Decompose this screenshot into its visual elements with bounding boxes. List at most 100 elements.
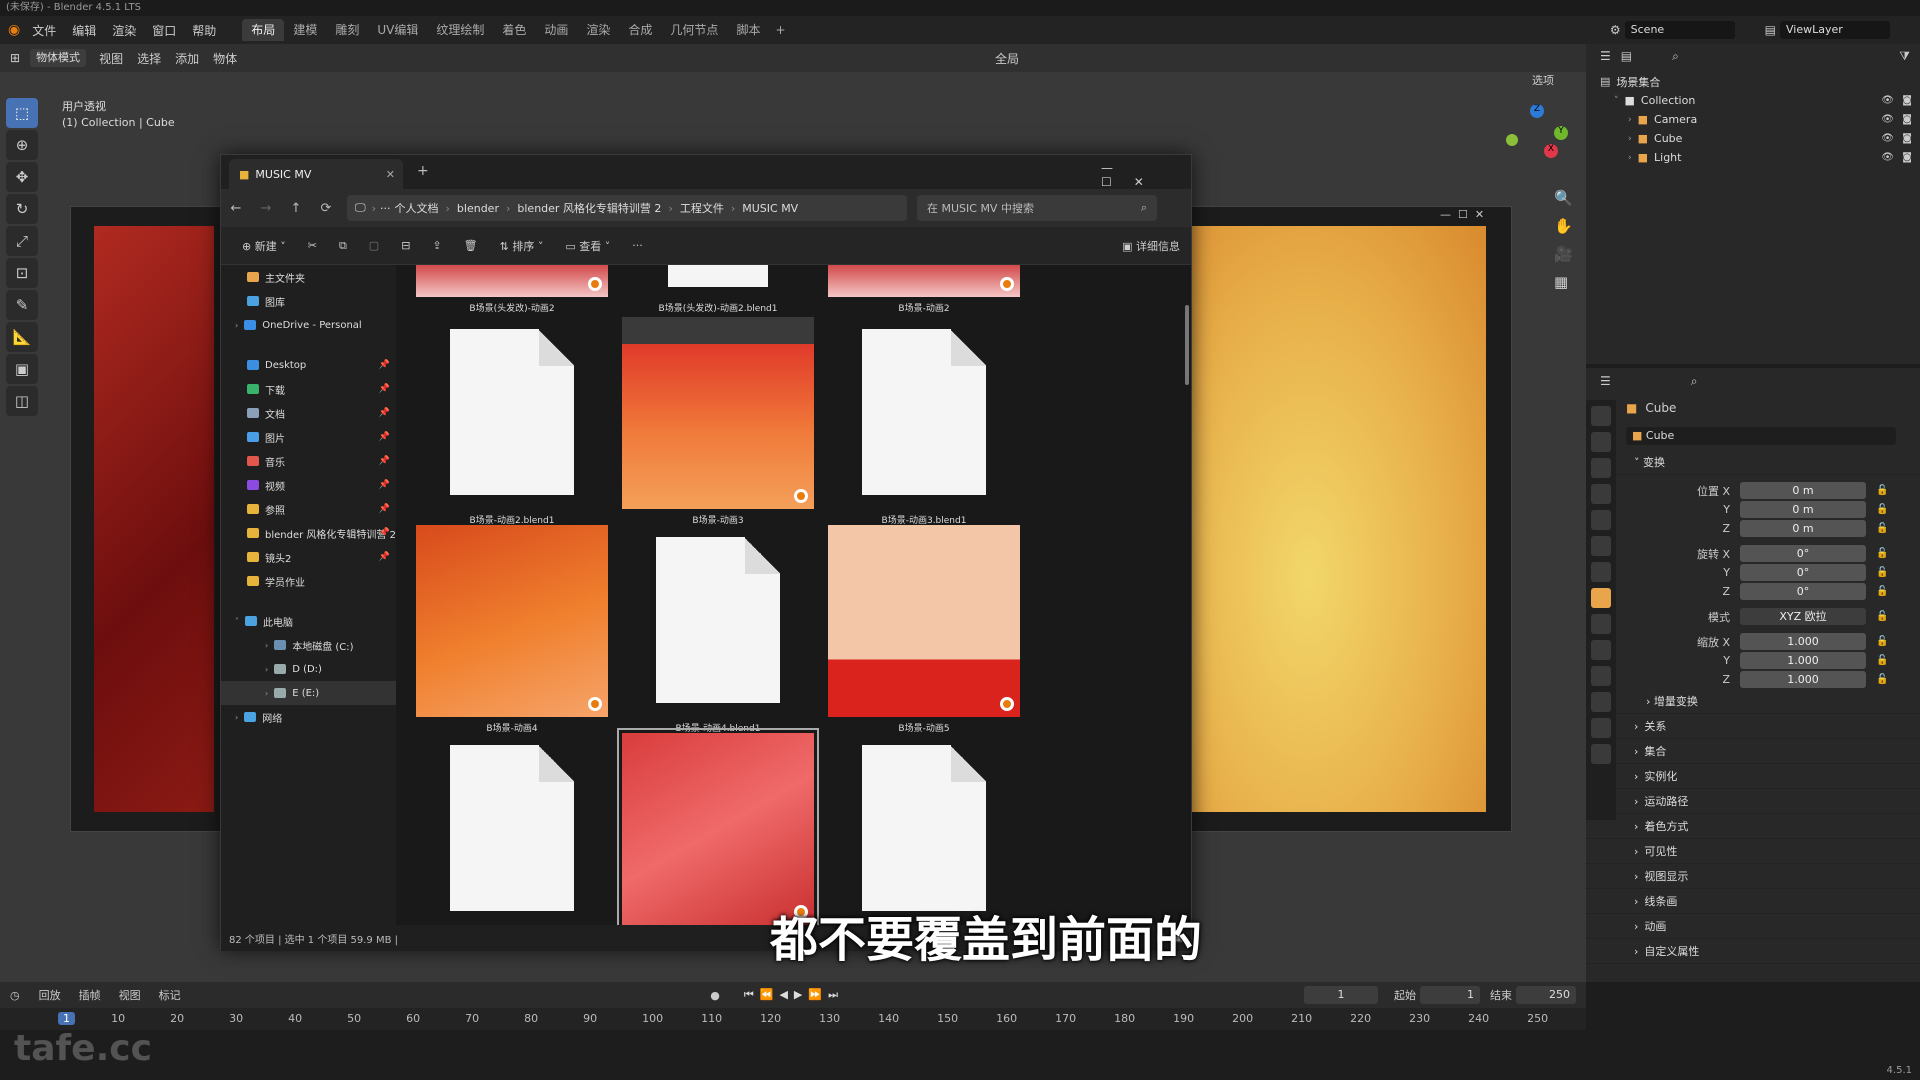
nav-item[interactable]: 图片 📌: [221, 425, 396, 449]
cut-icon[interactable]: ✂: [297, 239, 328, 252]
nav-item[interactable]: Desktop 📌: [221, 353, 396, 377]
view-button[interactable]: ▭ 查看 ˅: [554, 238, 621, 254]
nav-item[interactable]: 主文件夹: [221, 265, 396, 289]
panel-transform[interactable]: ˅ 变换: [1586, 450, 1920, 475]
outliner-item[interactable]: › ■ Light 👁 ◙: [1600, 148, 1920, 167]
nav-item[interactable]: › 本地磁盘 (C:): [221, 633, 396, 657]
transform-tool[interactable]: ⊡: [6, 258, 38, 288]
render-tab-icon[interactable]: [1591, 432, 1611, 452]
zoom-icon[interactable]: 🔍: [1554, 184, 1573, 212]
expand-chevron-icon[interactable]: ›: [265, 665, 268, 674]
keyframe-record-icon[interactable]: ●: [710, 989, 720, 1002]
breadcrumb-item[interactable]: 工程文件: [680, 200, 724, 216]
properties-panel-header[interactable]: › 可见性: [1586, 839, 1920, 864]
search-input[interactable]: 在 MUSIC MV 中搜索: [927, 200, 1034, 216]
pin-icon[interactable]: 📌: [379, 504, 390, 514]
lock-icon[interactable]: 🔓: [1876, 655, 1888, 666]
timeline-type-icon[interactable]: ◷: [0, 989, 30, 1002]
window-controls[interactable]: —☐✕: [1101, 161, 1191, 189]
workspace-tab[interactable]: 脚本: [727, 19, 769, 41]
viewport-menu[interactable]: 视图: [92, 50, 130, 67]
transform-field-value[interactable]: XYZ 欧拉: [1740, 608, 1866, 625]
add-object-tool[interactable]: ◫: [6, 386, 38, 416]
properties-panel-header[interactable]: › 视图显示: [1586, 864, 1920, 889]
add-cube-tool[interactable]: ▣: [6, 354, 38, 384]
scrollbar-thumb[interactable]: [1185, 305, 1189, 385]
viewport-menu[interactable]: 添加: [168, 50, 206, 67]
timeline-menu[interactable]: 标记: [150, 987, 190, 1003]
share-icon[interactable]: ⇪: [421, 239, 452, 252]
breadcrumb-item[interactable]: blender 风格化专辑特训营 2: [517, 200, 661, 216]
close-tab-icon[interactable]: ✕: [386, 168, 395, 181]
file-tile[interactable]: B场景-动画3.blend1: [828, 317, 1020, 526]
viewport-options[interactable]: 选项: [1532, 72, 1554, 88]
file-tile[interactable]: B场景-动画2.blend1: [416, 317, 608, 526]
material-tab-icon[interactable]: [1591, 744, 1611, 764]
transform-field-value[interactable]: 0°: [1740, 545, 1866, 562]
ortho-grid-icon[interactable]: ▦: [1554, 268, 1573, 296]
pin-icon[interactable]: 📌: [379, 528, 390, 538]
transform-field-value[interactable]: 0°: [1740, 564, 1866, 581]
timeline-menu[interactable]: 插帧: [70, 987, 110, 1003]
scene-tab-icon[interactable]: [1591, 510, 1611, 530]
properties-panel-header[interactable]: › 集合: [1586, 739, 1920, 764]
render-camera-icon[interactable]: ◙: [1902, 95, 1912, 106]
nav-item[interactable]: 图库: [221, 289, 396, 313]
properties-panel-header[interactable]: › 实例化: [1586, 764, 1920, 789]
breadcrumb-item[interactable]: MUSIC MV: [742, 202, 798, 215]
workspace-tab[interactable]: 纹理绘制: [427, 19, 493, 41]
nav-item[interactable]: ˅ 此电脑: [221, 609, 396, 633]
expand-chevron-icon[interactable]: ›: [265, 689, 268, 698]
view-layer-tab-icon[interactable]: [1591, 484, 1611, 504]
workspace-tab[interactable]: 渲染: [577, 19, 619, 41]
workspace-tab[interactable]: 动画: [535, 19, 577, 41]
nav-item[interactable]: 学员作业: [221, 569, 396, 593]
refresh-icon[interactable]: ⟳: [311, 201, 341, 216]
expand-chevron-icon[interactable]: ›: [265, 641, 268, 650]
lock-icon[interactable]: 🔓: [1876, 504, 1888, 515]
particles-tab-icon[interactable]: [1591, 640, 1611, 660]
expand-chevron-icon[interactable]: ›: [1628, 115, 1632, 125]
new-button[interactable]: ⊕ 新建 ˅: [231, 238, 297, 254]
lock-icon[interactable]: 🔓: [1876, 548, 1888, 559]
file-tile[interactable]: [828, 733, 1020, 925]
pan-hand-icon[interactable]: ✋: [1554, 212, 1573, 240]
workspace-tab[interactable]: 着色: [493, 19, 535, 41]
properties-panel-header[interactable]: › 运动路径: [1586, 789, 1920, 814]
end-frame-field[interactable]: 250: [1516, 986, 1576, 1004]
outliner-type-icon[interactable]: ☰: [1600, 49, 1611, 63]
search-box[interactable]: 在 MUSIC MV 中搜索 ⌕: [917, 195, 1157, 221]
expand-chevron-icon[interactable]: ›: [1628, 134, 1632, 144]
current-frame-field[interactable]: 1: [1304, 986, 1378, 1004]
render-camera-icon[interactable]: ◙: [1902, 152, 1912, 163]
outliner-item[interactable]: ˅ ■ Collection 👁 ◙: [1600, 91, 1920, 110]
select-box-tool[interactable]: ⬚: [6, 98, 38, 128]
menu-item[interactable]: 帮助: [184, 24, 224, 38]
transform-field-value[interactable]: 1.000: [1740, 652, 1866, 669]
editor-type-icon[interactable]: ⊞: [0, 51, 30, 65]
visibility-eye-icon[interactable]: 👁: [1881, 114, 1894, 125]
timeline-menu[interactable]: 视图: [110, 987, 150, 1003]
file-tile[interactable]: B场景-动画4.blend1: [622, 525, 814, 734]
rotate-tool[interactable]: ↻: [6, 194, 38, 224]
workspace-tab[interactable]: 几何节点: [661, 19, 727, 41]
pin-icon[interactable]: 📌: [379, 360, 390, 370]
file-tile[interactable]: B场景-动画6: [617, 728, 819, 925]
file-tile[interactable]: B场景-动画5: [828, 525, 1020, 734]
nav-item[interactable]: › E (E:): [221, 681, 396, 705]
expand-chevron-icon[interactable]: ›: [1628, 153, 1632, 163]
nav-item[interactable]: › 网络: [221, 705, 396, 729]
measure-tool[interactable]: 📐: [6, 322, 38, 352]
properties-panel-header[interactable]: › 动画: [1586, 914, 1920, 939]
visibility-eye-icon[interactable]: 👁: [1881, 152, 1894, 163]
menu-item[interactable]: 文件: [24, 24, 64, 38]
rename-icon[interactable]: ⊟: [390, 239, 421, 252]
scene-selector[interactable]: Scene: [1624, 21, 1735, 39]
visibility-eye-icon[interactable]: 👁: [1881, 95, 1894, 106]
forward-arrow-icon[interactable]: →: [251, 201, 281, 216]
playback-controls[interactable]: ⏮⏪◀▶⏩⏭: [744, 988, 844, 1002]
address-bar[interactable]: 🖵 › ··· 个人文档 › blender › blender 风格化专辑特训营 2 ›…: [347, 195, 907, 221]
transform-field-value[interactable]: 0°: [1740, 583, 1866, 600]
pin-icon[interactable]: 📌: [379, 456, 390, 466]
pin-icon[interactable]: 📌: [379, 552, 390, 562]
